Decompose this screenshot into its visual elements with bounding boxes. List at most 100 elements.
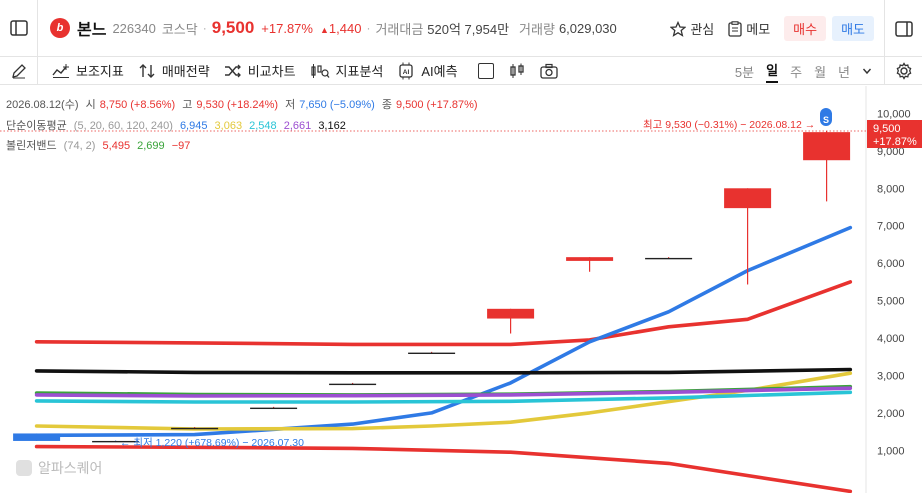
memo-button[interactable]: 메모 [728,19,770,38]
ma240-line [34,367,853,375]
svg-text:AI: AI [403,69,410,76]
drawing-tool-button[interactable] [0,56,38,85]
high-value: 9,530 (+18.24%) [196,99,279,111]
period-month[interactable]: 월 [814,62,826,81]
ma-params: (5, 20, 60, 120, 240) [73,120,173,132]
ai-predict-label: AI예측 [421,64,458,79]
bb_lower-line [34,444,853,493]
right-panel-toggle-button[interactable] [884,0,922,57]
high-label: 고 [182,99,193,111]
price-tag-value: 9,500 [873,123,901,135]
watch-label: 관심 [690,22,715,37]
open-label: 시 [85,99,96,111]
current-price: 9,500 [211,18,255,37]
indicator-button[interactable]: 보조지표 [52,61,124,80]
y-tick-label: 7,000 [877,221,905,233]
bb-params: (74, 2) [63,140,96,152]
bollinger-legend[interactable]: 볼린저밴드 (74, 2) 5,495 2,699 −97 [6,137,194,153]
candle-body [724,188,772,209]
bb-upper-value: 5,495 [102,140,131,152]
sidebar-toggle-button[interactable] [0,0,38,57]
buy-button[interactable]: 매수 [784,16,827,41]
updown-arrows-icon [139,63,155,78]
y-tick-label: 3,000 [877,370,905,382]
indicator-label: 보조지표 [76,64,124,79]
change-percent: +17.87% [261,20,313,36]
strategy-label: 매매전략 [161,64,210,79]
period-year[interactable]: 년 [838,62,850,81]
price-chart[interactable]: 1,000 2,000 3,000 4,000 5,000 6,000 7,000 8,000… [0,86,922,493]
candlestick-icon [509,63,524,78]
bb_upper-line [34,280,853,347]
watermark: 알파스퀘어 [16,458,102,478]
shuffle-icon [224,64,241,77]
y-tick-label: 4,000 [877,333,905,345]
low-value: 7,650 (−5.09%) [299,99,375,111]
sidebar-panel-icon [9,20,28,36]
bb-label: 볼린저밴드 [6,140,57,152]
watch-button[interactable]: 관심 [670,19,714,38]
candle-type-button[interactable] [508,63,526,79]
change-amount: ▲1,440 [320,21,361,36]
ma-legend[interactable]: 단순이동평균 (5, 20, 60, 120, 240) 6,945 3,063… [6,117,350,133]
strategy-button[interactable]: 매매전략 [138,61,210,80]
ma240-value: 3,162 [318,120,346,132]
indicator-icon [52,63,69,78]
box-tool-icon[interactable] [477,62,494,79]
screenshot-button[interactable] [539,63,558,79]
bb-mid-value: 2,699 [137,140,165,152]
sell-button[interactable]: 매도 [832,16,874,41]
y-tick-label: 6,000 [877,258,905,270]
candle-body [566,257,614,261]
trade-amount-label: 거래대금 [375,21,424,37]
watermark-logo-icon [16,460,32,476]
chart-toolbar: 보조지표 매매전략 비교차트 지표분석 AI AI예측 5분 일 주 월 년 [0,56,922,85]
ai-predict-button[interactable]: AI AI예측 [397,61,458,80]
period-week[interactable]: 주 [790,62,802,81]
analysis-button[interactable]: 지표분석 [310,61,383,80]
ma20-value: 3,063 [214,120,243,132]
memo-label: 메모 [746,22,771,37]
close-value: 9,500 (+17.87%) [395,99,478,111]
y-tick-label: 2,000 [877,408,905,420]
watermark-text: 알파스퀘어 [38,460,103,476]
candle-body [487,308,535,319]
ma5-value: 6,945 [179,120,208,132]
candle-body [250,407,298,410]
high-annotation: 최고 9,530 (−0.31%) − 2026.08.12 → [643,119,815,131]
volume-label: 거래량 [519,21,555,37]
legend-date: 2026.08.12(수) [6,99,79,111]
stock-logo-icon: b [50,18,70,38]
low-label: 저 [285,99,296,111]
pencil-icon [11,63,26,78]
market-name: 코스닥 [161,21,198,37]
stock-header: b 본느 226340 코스닥 · 9,500 +17.87% ▲1,440 ·… [0,0,922,57]
stock-code: 226340 [112,20,156,36]
header-actions: 관심 메모 매수 매도 [670,0,874,57]
ma5-line [34,225,853,438]
ma60-value: 2,548 [249,120,277,132]
candle-search-icon [310,63,330,78]
change-amount-value: 1,440 [328,20,362,36]
period-day[interactable]: 일 [766,60,779,83]
y-tick-label: 5,000 [877,296,905,308]
period-5min[interactable]: 5분 [735,62,754,81]
star-icon [670,20,687,37]
candle-body [13,433,61,441]
y-tick-label: 1,000 [877,445,905,457]
gear-icon [896,62,911,80]
right-panel-icon [894,20,913,37]
trade-amount-value: 520억 7,954만 [427,21,510,37]
compare-button[interactable]: 비교차트 [224,61,296,80]
memo-icon [728,20,742,37]
candle-body [645,257,693,260]
chart-settings-button[interactable] [884,57,922,85]
candle-body [171,427,219,430]
stock-name[interactable]: 본느 [77,16,106,40]
y-tick-label: 8,000 [877,183,905,195]
up-triangle-icon: ▲ [319,24,329,35]
chevron-down-icon[interactable] [862,66,872,76]
candle-body [329,383,377,386]
open-value: 8,750 (+8.56%) [99,99,176,111]
camera-icon [539,63,558,79]
